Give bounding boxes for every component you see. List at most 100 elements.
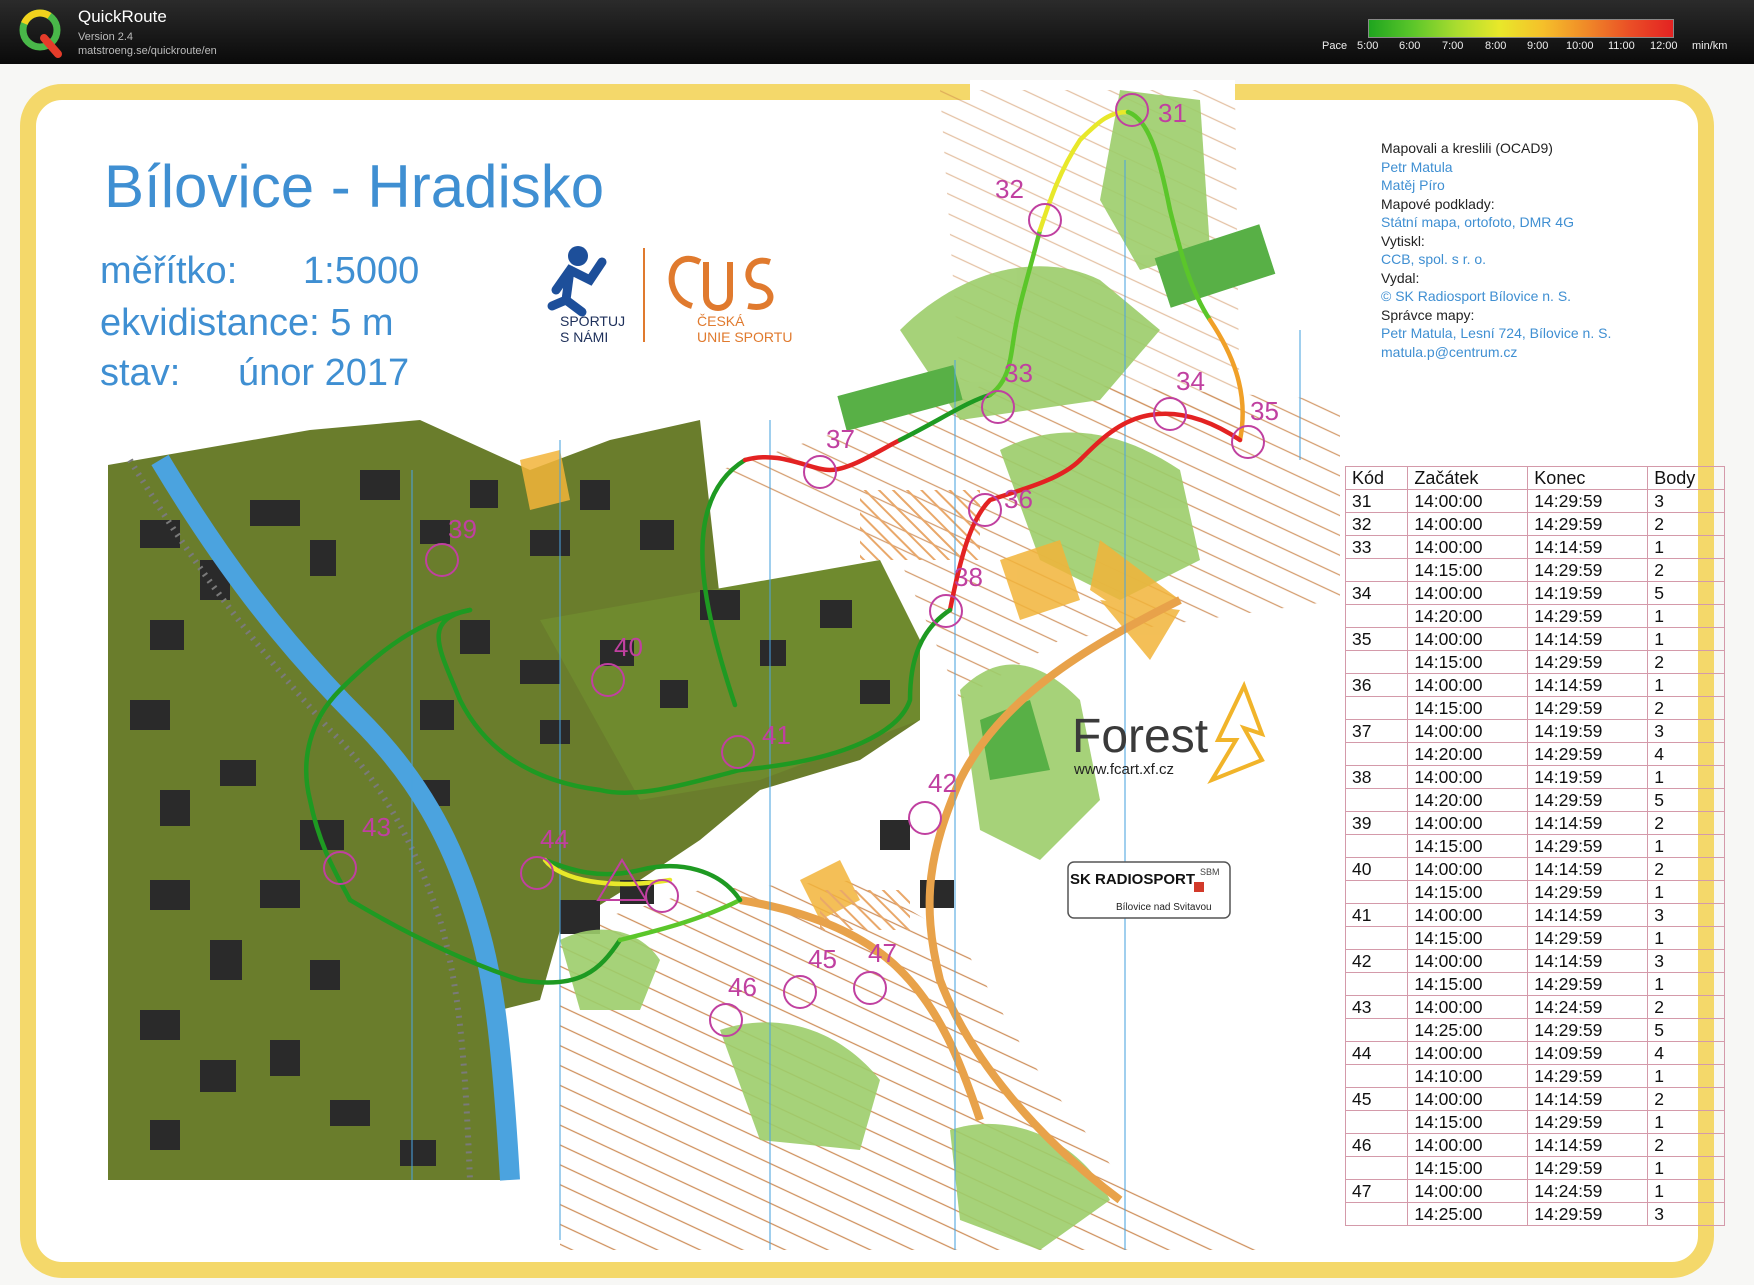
- radiosport-sub: Bílovice nad Svitavou: [1116, 902, 1212, 913]
- control-number: 39: [448, 514, 477, 544]
- app-url[interactable]: matstroeng.se/quickroute/en: [78, 45, 217, 57]
- end-cell: 14:14:59: [1527, 1133, 1649, 1157]
- radiosport-flag-icon: [1194, 882, 1204, 892]
- end-cell: 14:29:59: [1527, 972, 1649, 996]
- start-cell: 14:15:00: [1407, 834, 1529, 858]
- code-cell: 46: [1344, 1133, 1409, 1157]
- end-cell: 14:09:59: [1527, 1041, 1649, 1065]
- start-cell: 14:15:00: [1407, 1156, 1529, 1180]
- points-cell: 2: [1647, 558, 1725, 582]
- control-number: 45: [808, 944, 837, 974]
- end-cell: 14:29:59: [1527, 558, 1649, 582]
- start-cell: 14:00:00: [1407, 857, 1529, 881]
- credit-line: Petr Matula: [1381, 158, 1453, 175]
- end-cell: 14:24:59: [1527, 995, 1649, 1019]
- points-cell: 3: [1647, 949, 1725, 973]
- column-header: Body: [1647, 466, 1725, 490]
- app-name: QuickRoute: [78, 7, 167, 26]
- end-cell: 14:29:59: [1527, 512, 1649, 536]
- code-cell: 44: [1344, 1041, 1409, 1065]
- pace-tick: 10:00: [1566, 40, 1594, 52]
- app-version: Version 2.4: [78, 31, 134, 43]
- code-cell: 32: [1344, 512, 1409, 536]
- points-cell: 1: [1647, 604, 1725, 628]
- points-cell: 5: [1647, 788, 1725, 812]
- code-cell: [1344, 880, 1409, 904]
- forest-url: www.fcart.xf.cz: [1073, 761, 1174, 778]
- table-row: 14:15:00 14:29:59 1: [1344, 834, 1725, 858]
- end-cell: 14:29:59: [1527, 926, 1649, 950]
- end-cell: 14:29:59: [1527, 1064, 1649, 1088]
- points-cell: 1: [1647, 1156, 1725, 1180]
- code-cell: 42: [1344, 949, 1409, 973]
- scale-label: měřítko:: [100, 250, 238, 292]
- code-cell: [1344, 696, 1409, 720]
- table-row: 42 14:00:00 14:14:59 3: [1344, 949, 1725, 973]
- start-cell: 14:00:00: [1407, 903, 1529, 927]
- table-row: 46 14:00:00 14:14:59 2: [1344, 1133, 1725, 1157]
- code-cell: 45: [1344, 1087, 1409, 1111]
- table-row: 47 14:00:00 14:24:59 1: [1344, 1179, 1725, 1203]
- code-cell: 31: [1344, 489, 1409, 513]
- control-number: 36: [1004, 484, 1033, 514]
- end-cell: 14:29:59: [1527, 1018, 1649, 1042]
- table-row: 41 14:00:00 14:14:59 3: [1344, 903, 1725, 927]
- table-row: 34 14:00:00 14:19:59 5: [1344, 581, 1725, 605]
- points-cell: 2: [1647, 1133, 1725, 1157]
- pace-unit: min/km: [1692, 40, 1728, 52]
- credit-heading: Mapovali a kreslili (OCAD9): [1381, 140, 1553, 156]
- table-row: 14:15:00 14:29:59 1: [1344, 926, 1725, 950]
- start-cell: 14:00:00: [1407, 1133, 1529, 1157]
- code-cell: 40: [1344, 857, 1409, 881]
- sportuj-text: S NÁMI: [560, 329, 608, 345]
- end-cell: 14:29:59: [1527, 696, 1649, 720]
- start-cell: 14:00:00: [1407, 995, 1529, 1019]
- credit-line: matula.p@centrum.cz: [1381, 343, 1518, 360]
- code-cell: [1344, 1064, 1409, 1088]
- code-cell: [1344, 1156, 1409, 1180]
- app-header: QuickRoute Version 2.4 matstroeng.se/qui…: [0, 0, 1754, 64]
- code-cell: [1344, 788, 1409, 812]
- end-cell: 14:29:59: [1527, 788, 1649, 812]
- table-row: 14:15:00 14:29:59 2: [1344, 696, 1725, 720]
- start-cell: 14:15:00: [1407, 558, 1529, 582]
- end-cell: 14:29:59: [1527, 604, 1649, 628]
- table-row: 32 14:00:00 14:29:59 2: [1344, 512, 1725, 536]
- code-cell: [1344, 972, 1409, 996]
- control-number: 42: [928, 768, 957, 798]
- start-cell: 14:15:00: [1407, 1110, 1529, 1134]
- end-cell: 14:29:59: [1527, 489, 1649, 513]
- end-cell: 14:19:59: [1527, 581, 1649, 605]
- code-cell: [1344, 650, 1409, 674]
- control-number: 41: [762, 720, 791, 750]
- start-cell: 14:25:00: [1407, 1018, 1529, 1042]
- pace-tick: 8:00: [1485, 40, 1507, 52]
- start-cell: 14:15:00: [1407, 880, 1529, 904]
- points-cell: 2: [1647, 995, 1725, 1019]
- code-cell: 41: [1344, 903, 1409, 927]
- credit-heading: Vydal:: [1381, 269, 1420, 286]
- scale-value: 1:5000: [303, 250, 420, 292]
- table-row: 36 14:00:00 14:14:59 1: [1344, 673, 1725, 697]
- code-cell: 37: [1344, 719, 1409, 743]
- credit-line: Státní mapa, ortofoto, DMR 4G: [1381, 214, 1574, 230]
- table-row: 14:15:00 14:29:59 1: [1344, 1156, 1725, 1180]
- code-cell: 39: [1344, 811, 1409, 835]
- points-cell: 2: [1647, 1087, 1725, 1111]
- control-number: 33: [1004, 358, 1033, 388]
- end-cell: 14:14:59: [1527, 627, 1649, 651]
- points-cell: 1: [1647, 535, 1725, 559]
- end-cell: 14:29:59: [1527, 1110, 1649, 1134]
- table-row: 14:10:00 14:29:59 1: [1344, 1064, 1725, 1088]
- radiosport-text: SK RADIOSPORT: [1070, 871, 1195, 888]
- control-number: 35: [1250, 396, 1279, 426]
- table-row: 14:25:00 14:29:59 3: [1344, 1202, 1725, 1226]
- start-cell: 14:00:00: [1407, 535, 1529, 559]
- table-row: 40 14:00:00 14:14:59 2: [1344, 857, 1725, 881]
- start-cell: 14:00:00: [1407, 581, 1529, 605]
- control-times-table: Kód Začátek Konec Body 31 14:00:00 14:29:5…: [1344, 466, 1725, 1226]
- table-row: 38 14:00:00 14:19:59 1: [1344, 765, 1725, 789]
- points-cell: 1: [1647, 765, 1725, 789]
- end-cell: 14:29:59: [1527, 880, 1649, 904]
- pace-scale-labels: Pace 5:00 6:00 7:00 8:00 9:00 10:00 11:0…: [1322, 40, 1752, 54]
